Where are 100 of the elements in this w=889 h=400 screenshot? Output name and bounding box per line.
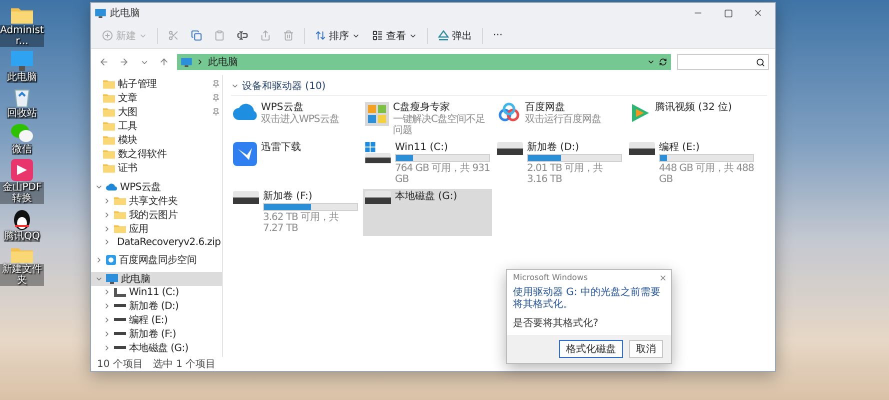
monitor-icon xyxy=(106,274,118,284)
drive-tile[interactable]: WPS云盘 双击进入WPS云盘 xyxy=(231,100,360,138)
drive-tile[interactable]: 百度网盘 双击运行百度网盘 xyxy=(495,100,624,138)
chevron-icon[interactable] xyxy=(103,238,111,246)
dialog-button[interactable]: 格式化磁盘 xyxy=(559,340,623,358)
shared-folder-icon xyxy=(114,196,126,206)
sidebar-item[interactable]: 新加卷 (D:) xyxy=(91,298,222,313)
sidebar-item[interactable]: WPS云盘 xyxy=(91,180,222,194)
sidebar-item[interactable]: 我的云图片 xyxy=(91,208,222,222)
chevron-icon[interactable] xyxy=(103,330,111,338)
drive-icon xyxy=(497,142,523,155)
chat-bubbles-icon xyxy=(11,122,33,143)
drive-tile[interactable]: Win11 (C:) 764 GB 可用，共 931 GB xyxy=(363,140,492,187)
sync-folder-icon xyxy=(106,255,116,266)
desktop-icon-label[interactable]: Administr... xyxy=(0,24,44,47)
sidebar-item[interactable]: 应用 xyxy=(91,222,222,236)
chevron-icon[interactable] xyxy=(103,344,111,352)
drive-tile[interactable]: 本地磁盘 (G:) xyxy=(363,189,492,236)
plus-icon xyxy=(102,30,113,41)
item-name: Win11 (C:) xyxy=(395,142,449,153)
sidebar-item[interactable]: 新加卷 (F:) xyxy=(91,326,222,341)
sidebar-item[interactable]: 此电脑 xyxy=(91,272,222,286)
item-name: 新加卷 (D:) xyxy=(527,142,580,153)
drive-icon xyxy=(114,304,126,308)
folder-icon xyxy=(103,79,115,89)
drive-tile[interactable]: 迅雷下载 xyxy=(231,140,360,187)
item-name: C盘瘦身专家 xyxy=(393,102,451,113)
sidebar-item[interactable]: DataRecoveryv2.6.zip xyxy=(91,236,222,249)
group-heading[interactable]: 设备和驱动器 (10) xyxy=(242,79,326,93)
share-icon xyxy=(260,30,271,41)
trash-icon xyxy=(283,30,294,41)
free-space-text: 3.62 TB 可用，共 7.27 TB xyxy=(263,212,340,234)
chevron-icon[interactable] xyxy=(95,256,103,264)
chevron-icon[interactable] xyxy=(103,210,111,219)
chevron-icon[interactable] xyxy=(103,302,111,310)
item-name: 编程 (E:) xyxy=(659,142,701,153)
desktop-icon-label[interactable]: 金山PDF转换 xyxy=(0,182,44,204)
drive-icon xyxy=(365,191,391,204)
drive-tile[interactable]: 编程 (E:) 448 GB 可用，共 488 GB xyxy=(627,140,756,187)
window-title: 此电脑 xyxy=(110,6,141,20)
sort-button[interactable]: 排序 xyxy=(310,26,365,46)
status-text: 选中 1 个项目 xyxy=(152,358,216,371)
sidebar-item[interactable]: 大图 xyxy=(91,105,222,119)
drive-tile[interactable]: 新加卷 (D:) 2.01 TB 可用，共 3.16 TB xyxy=(495,140,624,187)
sidebar-item[interactable]: 工具 xyxy=(91,119,222,133)
close-icon[interactable] xyxy=(659,274,667,282)
address-bar[interactable]: 此电脑 xyxy=(177,54,671,70)
sidebar-item[interactable]: 本地磁盘 (G:) xyxy=(91,340,222,355)
view-button[interactable]: 查看 xyxy=(367,26,422,46)
more-button[interactable]: ··· xyxy=(488,26,508,46)
folder-icon xyxy=(114,210,126,220)
recycle-bin-icon xyxy=(14,86,30,107)
back-arrow-icon xyxy=(99,57,109,67)
eject-button[interactable]: 弹出 xyxy=(433,26,477,46)
sidebar-item[interactable]: Win11 (C:) xyxy=(91,286,222,299)
eject-icon xyxy=(438,30,449,41)
maximize-icon xyxy=(724,8,732,18)
monitor-icon xyxy=(11,50,33,71)
drive-tile[interactable]: 新加卷 (F:) 3.62 TB 可用，共 7.27 TB xyxy=(231,189,360,236)
chevron-icon[interactable] xyxy=(103,288,111,296)
search-field[interactable] xyxy=(677,54,769,70)
penguin-icon xyxy=(13,208,31,230)
caret-icon[interactable] xyxy=(647,58,655,66)
free-space-text: 2.01 TB 可用，共 3.16 TB xyxy=(527,163,604,185)
scissors-icon xyxy=(168,30,179,41)
drive-icon xyxy=(233,191,259,204)
dialog-button[interactable]: 取消 xyxy=(629,340,663,358)
sidebar-item[interactable]: 证书 xyxy=(91,161,222,175)
item-description: 双击运行百度网盘 xyxy=(525,114,602,125)
drive-icon xyxy=(114,318,126,322)
sidebar-item[interactable]: 百度网盘同步空间 xyxy=(91,253,222,268)
sidebar-item[interactable]: 编程 (E:) xyxy=(91,312,222,327)
drive-tile[interactable]: 腾讯视频 (32 位) xyxy=(627,100,756,138)
folder-icon xyxy=(103,135,115,145)
clipboard-icon xyxy=(214,30,225,41)
search-icon xyxy=(756,58,765,66)
desktop-icon-label[interactable]: 新建文件夹 xyxy=(0,264,44,286)
item-name: 腾讯视频 (32 位) xyxy=(655,102,733,113)
sidebar-item[interactable]: 模块 xyxy=(91,133,222,147)
refresh-icon[interactable] xyxy=(659,58,667,66)
app-icon xyxy=(11,158,33,181)
sidebar-item[interactable]: 文章 xyxy=(91,91,222,105)
sidebar-item[interactable]: 共享文件夹 xyxy=(91,194,222,208)
chevron-icon[interactable] xyxy=(103,224,111,233)
rename-icon xyxy=(237,30,248,41)
free-space-text: 764 GB 可用，共 931 GB xyxy=(395,163,490,185)
copy-icon xyxy=(191,30,202,41)
folder-icon xyxy=(103,121,115,131)
forward-arrow-icon xyxy=(119,57,129,67)
up-arrow-icon xyxy=(159,57,169,67)
folder-icon xyxy=(11,6,33,24)
chevron-icon[interactable] xyxy=(231,82,239,90)
folder-icon xyxy=(103,163,115,173)
chevron-icon[interactable] xyxy=(103,316,111,324)
item-name: 迅雷下载 xyxy=(261,142,302,153)
chevron-icon[interactable] xyxy=(103,196,111,205)
sidebar-item[interactable]: 数之得软件 xyxy=(91,147,222,161)
dialog-heading: 使用驱动器 G: 中的光盘之前需要将其格式化。 xyxy=(512,286,662,312)
sidebar-item[interactable]: 帖子管理 xyxy=(91,77,222,91)
drive-tile[interactable]: C盘瘦身专家 一键解决C盘空间不足问题 xyxy=(363,100,492,138)
